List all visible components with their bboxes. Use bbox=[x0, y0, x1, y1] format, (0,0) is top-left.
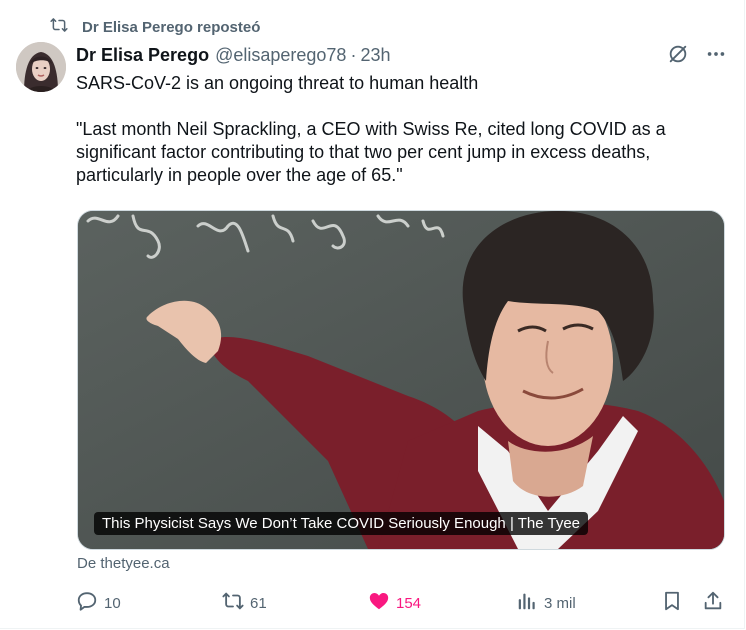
more-options-icon[interactable] bbox=[704, 42, 728, 66]
share-button[interactable] bbox=[702, 590, 724, 616]
reply-count: 10 bbox=[104, 594, 121, 612]
share-icon bbox=[702, 590, 724, 616]
repost-banner[interactable]: Dr Elisa Perego reposteó bbox=[50, 16, 260, 38]
author-handle[interactable]: @elisaperego78 bbox=[215, 45, 346, 66]
avatar[interactable] bbox=[16, 42, 66, 92]
views-icon bbox=[516, 590, 538, 616]
post-time[interactable]: 23h bbox=[360, 45, 390, 66]
header-actions bbox=[666, 42, 728, 66]
bookmark-icon bbox=[661, 590, 683, 616]
link-card-image[interactable]: This Physicist Says We Don’t Take COVID … bbox=[77, 210, 725, 550]
reply-button[interactable]: 10 bbox=[76, 590, 121, 616]
post-header: Dr Elisa Perego @elisaperego78 · 23h bbox=[76, 43, 728, 67]
repost-count: 61 bbox=[250, 594, 267, 612]
repost-banner-text: Dr Elisa Perego reposteó bbox=[82, 18, 261, 36]
views-button[interactable]: 3 mil bbox=[516, 590, 576, 616]
photo-physicist-at-chalkboard bbox=[78, 211, 724, 549]
post-text: SARS-CoV-2 is an ongoing threat to human… bbox=[76, 72, 716, 187]
post-text-line: SARS-CoV-2 is an ongoing threat to human… bbox=[76, 73, 479, 93]
like-count: 154 bbox=[396, 594, 422, 612]
link-card-caption[interactable]: This Physicist Says We Don’t Take COVID … bbox=[94, 512, 589, 535]
post-text-quote: "Last month Neil Sprackling, a CEO with … bbox=[76, 119, 666, 185]
heart-icon bbox=[368, 590, 390, 616]
post-container[interactable]: Dr Elisa Perego reposteó Dr Elisa Perego… bbox=[0, 0, 745, 629]
reply-icon bbox=[76, 590, 98, 616]
action-bar: 10 61 154 3 mil bbox=[76, 590, 724, 616]
views-count: 3 mil bbox=[544, 594, 576, 612]
author-name[interactable]: Dr Elisa Perego bbox=[76, 45, 209, 66]
repost-icon bbox=[222, 590, 244, 616]
grok-icon[interactable] bbox=[666, 42, 690, 66]
repost-button[interactable]: 61 bbox=[222, 590, 267, 616]
repost-icon bbox=[50, 16, 68, 38]
link-source[interactable]: De thetyee.ca bbox=[77, 555, 170, 572]
bookmark-button[interactable] bbox=[661, 590, 683, 616]
separator: · bbox=[350, 44, 357, 65]
like-button[interactable]: 154 bbox=[368, 590, 421, 616]
